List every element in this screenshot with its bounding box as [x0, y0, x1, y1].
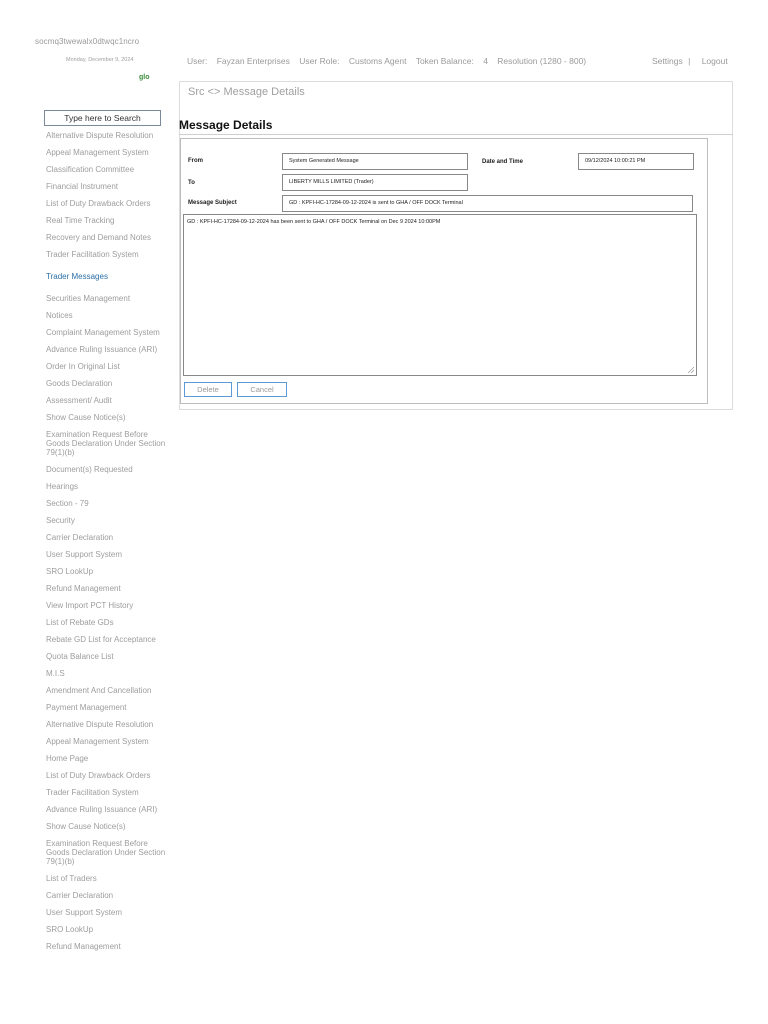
sidebar-item[interactable]: User Support System	[46, 904, 168, 921]
search-input[interactable]: Type here to Search	[44, 110, 161, 126]
sidebar-item[interactable]: Goods Declaration	[46, 375, 168, 392]
datetime-field[interactable]: 09/12/2024 10:00:21 PM	[578, 153, 694, 170]
logout-link[interactable]: Logout	[702, 56, 728, 66]
user-value: Fayzan Enterprises	[216, 56, 290, 66]
sidebar-item[interactable]: Section - 79	[46, 495, 168, 512]
sidebar-item[interactable]: Classification Committee	[46, 161, 168, 178]
token-value: 4	[483, 56, 488, 66]
sidebar-item[interactable]: Recovery and Demand Notes	[46, 229, 168, 246]
sidebar-item[interactable]: Trader Messages	[46, 263, 168, 290]
sidebar-item[interactable]: Quota Balance List	[46, 648, 168, 665]
to-label: To	[188, 180, 195, 186]
top-links: Settings | Logout	[652, 56, 728, 66]
from-label: From	[188, 158, 203, 164]
sidebar-item[interactable]: List of Duty Drawback Orders	[46, 767, 168, 784]
role-value: Customs Agent	[348, 56, 407, 66]
role-label: User Role:	[299, 56, 340, 66]
sidebar-item[interactable]: Show Cause Notice(s)	[46, 409, 168, 426]
sidebar-item[interactable]: Refund Management	[46, 580, 168, 597]
settings-link[interactable]: Settings	[652, 56, 683, 66]
link-separator: |	[688, 56, 691, 66]
sidebar-item[interactable]: List of Duty Drawback Orders	[46, 195, 168, 212]
sidebar-item[interactable]: View Import PCT History	[46, 597, 168, 614]
sidebar-item[interactable]: Payment Management	[46, 699, 168, 716]
current-date: Monday, December 9, 2024	[66, 57, 134, 63]
to-field[interactable]: LIBERTY MILLS LIMITED (Trader)	[282, 174, 468, 191]
sidebar-item[interactable]: Financial Instrument	[46, 178, 168, 195]
sidebar-item[interactable]: Order In Original List	[46, 358, 168, 375]
sidebar-item[interactable]: Home Page	[46, 750, 168, 767]
sidebar-item[interactable]: SRO LookUp	[46, 921, 168, 938]
sidebar-item[interactable]: Assessment/ Audit	[46, 392, 168, 409]
from-field[interactable]: System Generated Message	[282, 153, 468, 170]
sidebar-item[interactable]: Trader Facilitation System	[46, 784, 168, 801]
session-id: socmq3twewalx0dtwqc1ncro	[35, 37, 140, 46]
token-label: Token Balance:	[415, 56, 474, 66]
sidebar-item[interactable]: List of Traders	[46, 870, 168, 887]
sidebar-menu: Alternative Dispute Resolution Appeal Man…	[46, 127, 168, 955]
sidebar-item[interactable]: Examination Request Before Goods Declara…	[46, 426, 168, 461]
sidebar-item[interactable]: List of Rebate GDs	[46, 614, 168, 631]
delete-button[interactable]: Delete	[184, 382, 232, 397]
sidebar-item[interactable]: Examination Request Before Goods Declara…	[46, 835, 168, 870]
sidebar-item[interactable]: Hearings	[46, 478, 168, 495]
resize-grip-icon[interactable]	[688, 367, 694, 373]
sidebar-item[interactable]: Rebate GD List for Acceptance	[46, 631, 168, 648]
sidebar-item[interactable]: SRO LookUp	[46, 563, 168, 580]
sidebar-item[interactable]: Complaint Management System	[46, 324, 168, 341]
sidebar-item[interactable]: Appeal Management System	[46, 733, 168, 750]
sidebar-item[interactable]: Real Time Tracking	[46, 212, 168, 229]
sidebar-item[interactable]: Security	[46, 512, 168, 529]
message-body-textarea[interactable]: GD : KPFI-HC-17284-09-12-2024 has been s…	[183, 214, 697, 376]
sidebar-item[interactable]: Notices	[46, 307, 168, 324]
subject-field[interactable]: GD : KPFI-HC-17284-09-12-2024 is sent to…	[282, 195, 693, 212]
datetime-label: Date and Time	[482, 159, 523, 165]
sidebar-item[interactable]: Show Cause Notice(s)	[46, 818, 168, 835]
sidebar-item[interactable]: Alternative Dispute Resolution	[46, 716, 168, 733]
user-label: User:	[187, 56, 208, 66]
sidebar-item[interactable]: Carrier Declaration	[46, 887, 168, 904]
sidebar-item[interactable]: Alternative Dispute Resolution	[46, 127, 168, 144]
sidebar-item[interactable]: Amendment And Cancellation	[46, 682, 168, 699]
logo: glo	[139, 74, 150, 81]
user-info-bar: User: Fayzan Enterprises User Role: Cust…	[187, 56, 593, 66]
sidebar-item[interactable]: Carrier Declaration	[46, 529, 168, 546]
sidebar-item[interactable]: Document(s) Requested	[46, 461, 168, 478]
breadcrumb: Src <> Message Details	[188, 86, 305, 98]
subject-label: Message Subject	[188, 200, 237, 206]
sidebar-item[interactable]: Refund Management	[46, 938, 168, 955]
sidebar-item[interactable]: M.I.S	[46, 665, 168, 682]
sidebar-item[interactable]: Trader Facilitation System	[46, 246, 168, 263]
page-title: Message Details	[179, 118, 273, 132]
resolution-text: Resolution (1280 - 800)	[497, 56, 587, 66]
sidebar-item[interactable]: User Support System	[46, 546, 168, 563]
sidebar-item[interactable]: Securities Management	[46, 290, 168, 307]
sidebar-item[interactable]: Advance Ruling Issuance (ARI)	[46, 801, 168, 818]
message-body-text: GD : KPFI-HC-17284-09-12-2024 has been s…	[187, 219, 441, 225]
sidebar-item[interactable]: Appeal Management System	[46, 144, 168, 161]
title-divider	[179, 134, 733, 135]
sidebar-item[interactable]: Advance Ruling Issuance (ARI)	[46, 341, 168, 358]
cancel-button[interactable]: Cancel	[237, 382, 287, 397]
